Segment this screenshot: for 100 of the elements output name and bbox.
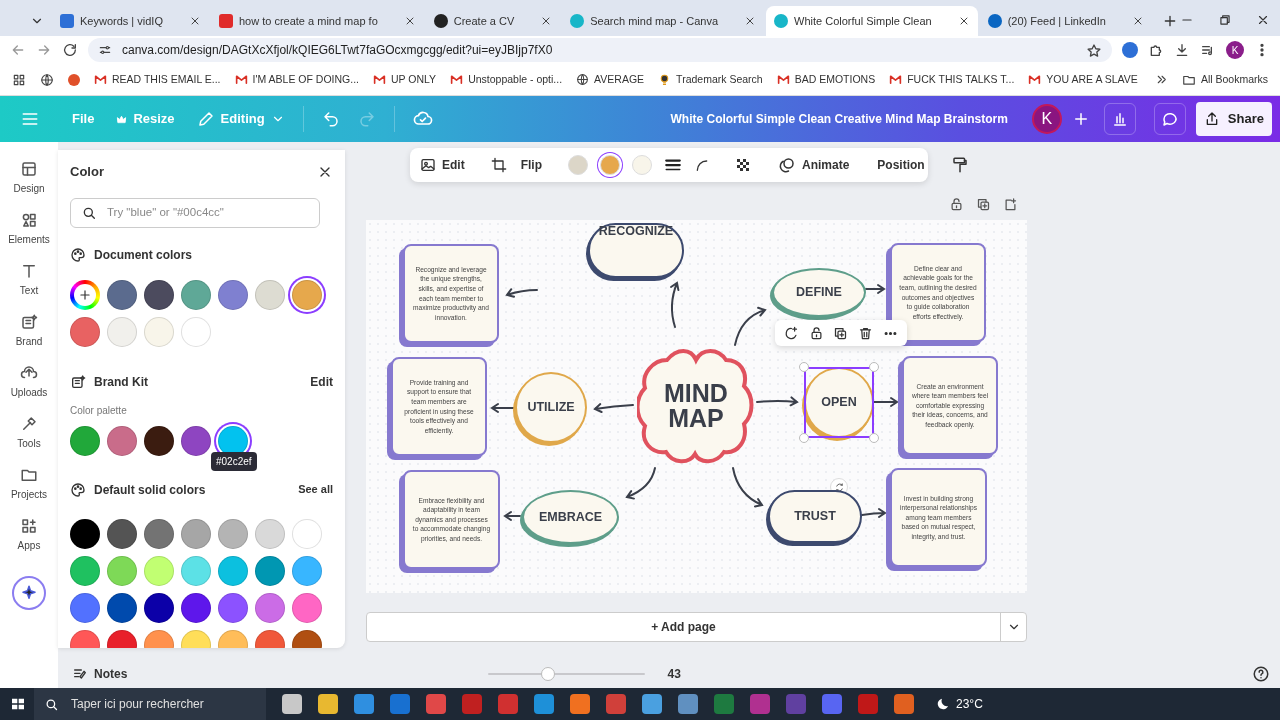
- resize-handle[interactable]: [799, 433, 809, 443]
- color-swatch[interactable]: [255, 279, 285, 310]
- color-swatch[interactable]: [292, 592, 322, 623]
- browser-tab[interactable]: Create a CV: [425, 6, 561, 36]
- browser-tab[interactable]: White Colorful Simple Clean: [766, 6, 978, 36]
- search-input[interactable]: Try "blue" or "#00c4cc": [105, 202, 305, 223]
- share-button[interactable]: Share: [1195, 102, 1272, 136]
- color-swatch[interactable]: [70, 316, 100, 347]
- globe-icon[interactable]: [40, 72, 54, 87]
- color-swatch[interactable]: [107, 518, 137, 549]
- taskbar-app-icon[interactable]: [426, 694, 446, 714]
- animate-button[interactable]: Animate: [776, 156, 852, 174]
- color-swatch[interactable]: [255, 555, 285, 586]
- extension-icon[interactable]: [1122, 42, 1138, 58]
- all-bookmarks[interactable]: All Bookmarks: [1181, 71, 1268, 88]
- taskbar-search-bar[interactable]: Taper ici pour rechercher: [34, 688, 266, 720]
- bookmark[interactable]: READ THIS EMAIL E...: [94, 71, 221, 88]
- color-swatch[interactable]: [144, 518, 174, 549]
- taskbar-app-icon[interactable]: [318, 694, 338, 714]
- color-swatch[interactable]: [107, 555, 137, 586]
- color-swatch[interactable]: [70, 555, 100, 586]
- download-icon[interactable]: [1174, 42, 1190, 58]
- zoom-percentage[interactable]: 43: [667, 665, 681, 683]
- color-swatch[interactable]: [600, 155, 620, 175]
- branch-node[interactable]: RECOGNIZE: [588, 223, 684, 278]
- sidebar-item[interactable]: Uploads: [10, 364, 48, 400]
- address-bar[interactable]: canva.com/design/DAGtXcXfjol/kQIEG6LTwt7faGOcxmgcgg/edit?ui=eyJBIjp7fX0: [88, 38, 1112, 62]
- bookmark[interactable]: BAD EMOTIONS: [776, 71, 876, 88]
- user-avatar[interactable]: K: [1031, 104, 1062, 134]
- site-info-icon[interactable]: [98, 43, 112, 57]
- resize-handle[interactable]: [799, 362, 809, 372]
- sidebar-item[interactable]: Brand: [15, 313, 43, 349]
- browser-tab[interactable]: Keywords | vidIQ: [52, 6, 209, 36]
- duplicate-icon[interactable]: [833, 325, 849, 341]
- position-button[interactable]: Position: [875, 156, 927, 174]
- zoom-slider[interactable]: [488, 668, 646, 680]
- bookmark-star-icon[interactable]: [1086, 42, 1102, 59]
- color-swatch[interactable]: [70, 518, 100, 549]
- bookmark[interactable]: FUCK THIS TALKS T...: [889, 71, 1015, 88]
- color-swatch[interactable]: [292, 279, 322, 310]
- help-icon[interactable]: [1252, 665, 1270, 683]
- sidebar-item[interactable]: Tools: [17, 415, 41, 451]
- slider-thumb[interactable]: [541, 667, 556, 681]
- branch-node[interactable]: DEFINE: [772, 268, 866, 317]
- taskbar-app-icon[interactable]: [282, 694, 302, 714]
- color-swatch[interactable]: [107, 279, 137, 310]
- reload-icon[interactable]: [62, 42, 78, 58]
- see-all-link[interactable]: See all: [298, 481, 333, 498]
- back-icon[interactable]: [10, 42, 26, 58]
- profile-avatar[interactable]: K: [1226, 41, 1244, 59]
- magic-button[interactable]: [12, 576, 46, 610]
- transparency-icon[interactable]: [734, 156, 752, 174]
- branch-node[interactable]: UTILIZE: [515, 372, 587, 443]
- taskbar-app-icon[interactable]: [714, 694, 734, 714]
- branch-node[interactable]: TRUST: [768, 490, 862, 543]
- notes-button[interactable]: Notes: [70, 665, 130, 683]
- taskbar-app-icon[interactable]: [462, 694, 482, 714]
- undo-icon[interactable]: [321, 110, 340, 128]
- taskbar-app-icon[interactable]: [606, 694, 626, 714]
- color-swatch[interactable]: [181, 555, 211, 586]
- resize-handle[interactable]: [869, 362, 879, 372]
- taskbar-app-icon[interactable]: [570, 694, 590, 714]
- color-swatch[interactable]: [70, 425, 100, 456]
- color-swatch[interactable]: [181, 518, 211, 549]
- lock-icon[interactable]: [808, 325, 824, 341]
- sidebar-item[interactable]: Text: [19, 262, 39, 298]
- central-node[interactable]: MIND MAP: [637, 346, 755, 465]
- forward-icon[interactable]: [36, 42, 52, 58]
- trash-icon[interactable]: [858, 325, 874, 341]
- browser-tab[interactable]: (20) Feed | LinkedIn: [979, 6, 1152, 36]
- taskbar-app-icon[interactable]: [822, 694, 842, 714]
- bookmark[interactable]: AVERAGE: [576, 71, 645, 88]
- taskbar-app-icon[interactable]: [498, 694, 518, 714]
- lock-icon[interactable]: [949, 197, 964, 212]
- sidebar-item[interactable]: Design: [13, 160, 45, 196]
- color-swatch[interactable]: [255, 518, 285, 549]
- taskbar-app-icon[interactable]: [390, 694, 410, 714]
- sidebar-item[interactable]: Apps: [17, 517, 41, 553]
- design-title[interactable]: White Colorful Simple Clean Creative Mind Map Brainstorm: [670, 110, 1008, 128]
- weather-text[interactable]: 23°C: [956, 695, 983, 713]
- bookmark[interactable]: I'M ABLE OF DOING...: [234, 71, 359, 88]
- taskbar-search-field[interactable]: Taper ici pour rechercher: [69, 694, 249, 714]
- taskbar-app-icon[interactable]: [354, 694, 374, 714]
- color-swatch[interactable]: [218, 279, 248, 310]
- add-color-button[interactable]: [70, 279, 100, 310]
- color-swatch[interactable]: [218, 518, 248, 549]
- color-swatch[interactable]: [107, 592, 137, 623]
- color-swatch[interactable]: [181, 592, 211, 623]
- color-swatch[interactable]: [144, 279, 174, 310]
- bookmark[interactable]: YOU ARE A SLAVE: [1028, 71, 1138, 88]
- color-swatch[interactable]: [144, 425, 174, 456]
- extensions-icon[interactable]: [1148, 42, 1164, 58]
- color-swatch[interactable]: [107, 425, 137, 456]
- color-swatch[interactable]: [255, 592, 285, 623]
- color-swatch[interactable]: [568, 155, 588, 175]
- analytics-button[interactable]: [1103, 103, 1136, 135]
- sidebar-item[interactable]: Projects: [10, 466, 48, 502]
- color-swatch[interactable]: [70, 592, 100, 623]
- color-swatch[interactable]: [144, 592, 174, 623]
- resize-handle[interactable]: [869, 433, 879, 443]
